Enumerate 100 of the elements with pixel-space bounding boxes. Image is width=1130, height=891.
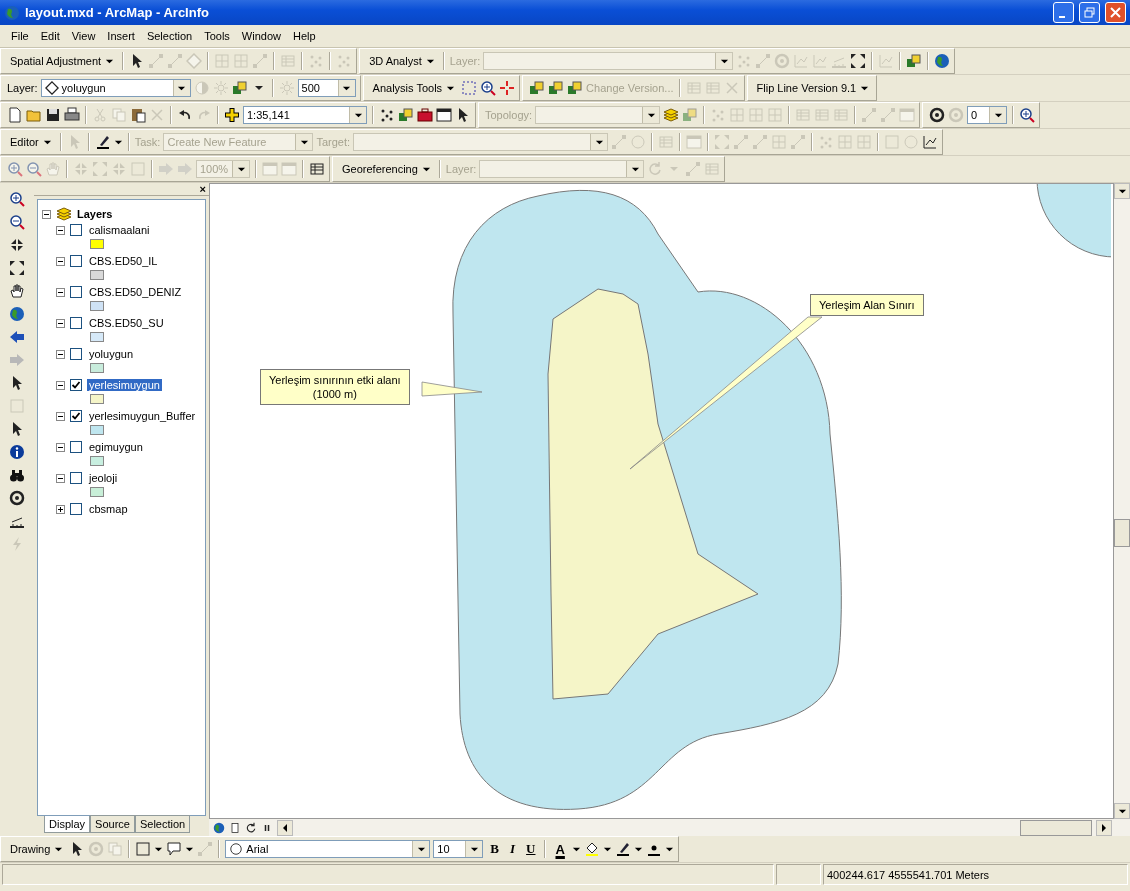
- layers-heading[interactable]: Layers: [77, 208, 113, 220]
- close-button[interactable]: ×: [199, 184, 206, 194]
- panel-tab[interactable]: Display: [44, 816, 91, 833]
- panel-tab[interactable]: Source: [90, 815, 135, 833]
- analysis-tools-menu-button[interactable]: Analysis Tools: [369, 80, 459, 96]
- layer-checkbox[interactable]: [70, 441, 82, 453]
- spatial-adjustment-menu-button[interactable]: Spatial Adjustment: [7, 53, 118, 69]
- value-spinner[interactable]: 500: [297, 79, 356, 97]
- collapse-icon[interactable]: [56, 287, 65, 297]
- circle-icon[interactable]: [229, 842, 244, 856]
- expand-icon[interactable]: [56, 504, 65, 514]
- underline-button[interactable]: U: [522, 841, 540, 857]
- square-icon[interactable]: [135, 841, 152, 857]
- layer-name[interactable]: cbsmap: [87, 503, 130, 515]
- italic-button[interactable]: I: [506, 841, 520, 857]
- layer-name[interactable]: calismaalani: [87, 224, 152, 236]
- speech-balloon-icon[interactable]: [166, 841, 183, 857]
- clipboard-icon[interactable]: [130, 107, 146, 123]
- layer-checkbox[interactable]: [70, 503, 82, 515]
- scroll-down-button[interactable]: [1114, 803, 1130, 819]
- minimize-button[interactable]: [1053, 2, 1074, 23]
- collapse-icon[interactable]: [56, 442, 65, 452]
- zoom-in-icon[interactable]: [1019, 107, 1036, 123]
- flip-line-menu-button[interactable]: Flip Line Version 9.1: [753, 80, 873, 96]
- layer-name[interactable]: CBS.ED50_SU: [87, 317, 166, 329]
- menu-item[interactable]: Insert: [102, 28, 140, 44]
- menu-item[interactable]: File: [6, 28, 34, 44]
- globe-icon[interactable]: [213, 821, 225, 834]
- layer-checkbox[interactable]: [70, 410, 82, 422]
- shrink-arrows-icon[interactable]: [9, 237, 25, 253]
- layer-name[interactable]: jeoloji: [87, 472, 120, 484]
- scroll-thumb[interactable]: [1020, 819, 1092, 836]
- map-canvas[interactable]: Yerleşim Alan Sınırı Yerleşim sınırının etki alanı (1000 m): [209, 183, 1114, 819]
- restore-button[interactable]: [1079, 2, 1100, 23]
- close-button[interactable]: [1105, 2, 1126, 23]
- collapse-icon[interactable]: [56, 256, 65, 266]
- collapse-icon[interactable]: [42, 209, 51, 219]
- scroll-left-button[interactable]: [277, 819, 293, 836]
- menu-item[interactable]: Tools: [199, 28, 235, 44]
- diamond-icon[interactable]: [44, 81, 59, 95]
- layer-dropdown[interactable]: yoluygun: [40, 79, 191, 97]
- collapse-icon[interactable]: [56, 380, 65, 390]
- layer-name[interactable]: egimuygun: [87, 441, 145, 453]
- hand-icon[interactable]: [9, 283, 25, 299]
- layer-name[interactable]: CBS.ED50_DENIZ: [87, 286, 184, 298]
- collapse-icon[interactable]: [56, 225, 65, 235]
- layer-checkbox[interactable]: [70, 472, 82, 484]
- right-arrow-icon[interactable]: [9, 352, 25, 368]
- add-icon[interactable]: [224, 107, 240, 123]
- printer-icon[interactable]: [64, 107, 80, 123]
- font-color-button[interactable]: A: [551, 841, 569, 857]
- menu-item[interactable]: Edit: [35, 28, 65, 44]
- menu-item[interactable]: Selection: [141, 28, 198, 44]
- menu-item[interactable]: Help: [287, 28, 321, 44]
- drawing-menu-button[interactable]: Drawing: [7, 841, 67, 857]
- menu-item[interactable]: View: [66, 28, 101, 44]
- globe-icon[interactable]: [9, 306, 25, 322]
- expand-arrows-icon[interactable]: [9, 260, 25, 276]
- layer-checkbox[interactable]: [70, 255, 82, 267]
- crosshair-icon[interactable]: [499, 80, 516, 96]
- stacked-layers-icon[interactable]: [56, 206, 72, 222]
- layer-checkbox[interactable]: [70, 317, 82, 329]
- target-icon[interactable]: [929, 107, 946, 123]
- snapping-dropdown[interactable]: 0: [967, 106, 1008, 124]
- page-icon[interactable]: [7, 107, 23, 123]
- font-size-dropdown[interactable]: 10: [433, 840, 484, 858]
- menu-item[interactable]: Window: [236, 28, 286, 44]
- layer-name[interactable]: yerlesimuygun_Buffer: [87, 410, 198, 422]
- zoom-out-icon[interactable]: [9, 214, 25, 230]
- window-icon[interactable]: [436, 107, 452, 123]
- scroll-thumb[interactable]: [1114, 519, 1130, 547]
- bold-button[interactable]: B: [486, 841, 504, 857]
- font-dropdown[interactable]: Arial: [225, 840, 431, 858]
- layer-name[interactable]: CBS.ED50_IL: [87, 255, 160, 267]
- collapse-icon[interactable]: [56, 349, 65, 359]
- layout-page-icon[interactable]: [229, 821, 241, 834]
- layer-name[interactable]: yoluygun: [87, 348, 136, 360]
- dots-icon[interactable]: [379, 107, 395, 123]
- map-scale-dropdown[interactable]: 1:35,141: [243, 106, 367, 124]
- target-icon[interactable]: [9, 490, 25, 506]
- layer-name[interactable]: yerlesimuygun: [87, 379, 162, 391]
- toolbox-icon[interactable]: [417, 107, 433, 123]
- zoom-in-icon[interactable]: [9, 191, 25, 207]
- collapse-icon[interactable]: [56, 318, 65, 328]
- layer-checkbox[interactable]: [70, 379, 82, 391]
- cubes-icon[interactable]: [398, 107, 414, 123]
- pen-icon[interactable]: [614, 841, 631, 857]
- half-circle-icon[interactable]: [193, 80, 210, 96]
- scroll-up-button[interactable]: [1114, 183, 1130, 199]
- panel-tab[interactable]: Selection: [134, 815, 191, 833]
- layer-checkbox[interactable]: [70, 224, 82, 236]
- scroll-right-button[interactable]: [1096, 819, 1112, 836]
- collapse-icon[interactable]: [56, 411, 65, 421]
- binoculars-icon[interactable]: [9, 467, 25, 483]
- refresh-icon[interactable]: [245, 821, 257, 834]
- layer-checkbox[interactable]: [70, 348, 82, 360]
- info-icon[interactable]: [9, 444, 25, 460]
- cubes-icon[interactable]: [231, 80, 248, 96]
- paint-bucket-icon[interactable]: [583, 841, 600, 857]
- layer-checkbox[interactable]: [70, 286, 82, 298]
